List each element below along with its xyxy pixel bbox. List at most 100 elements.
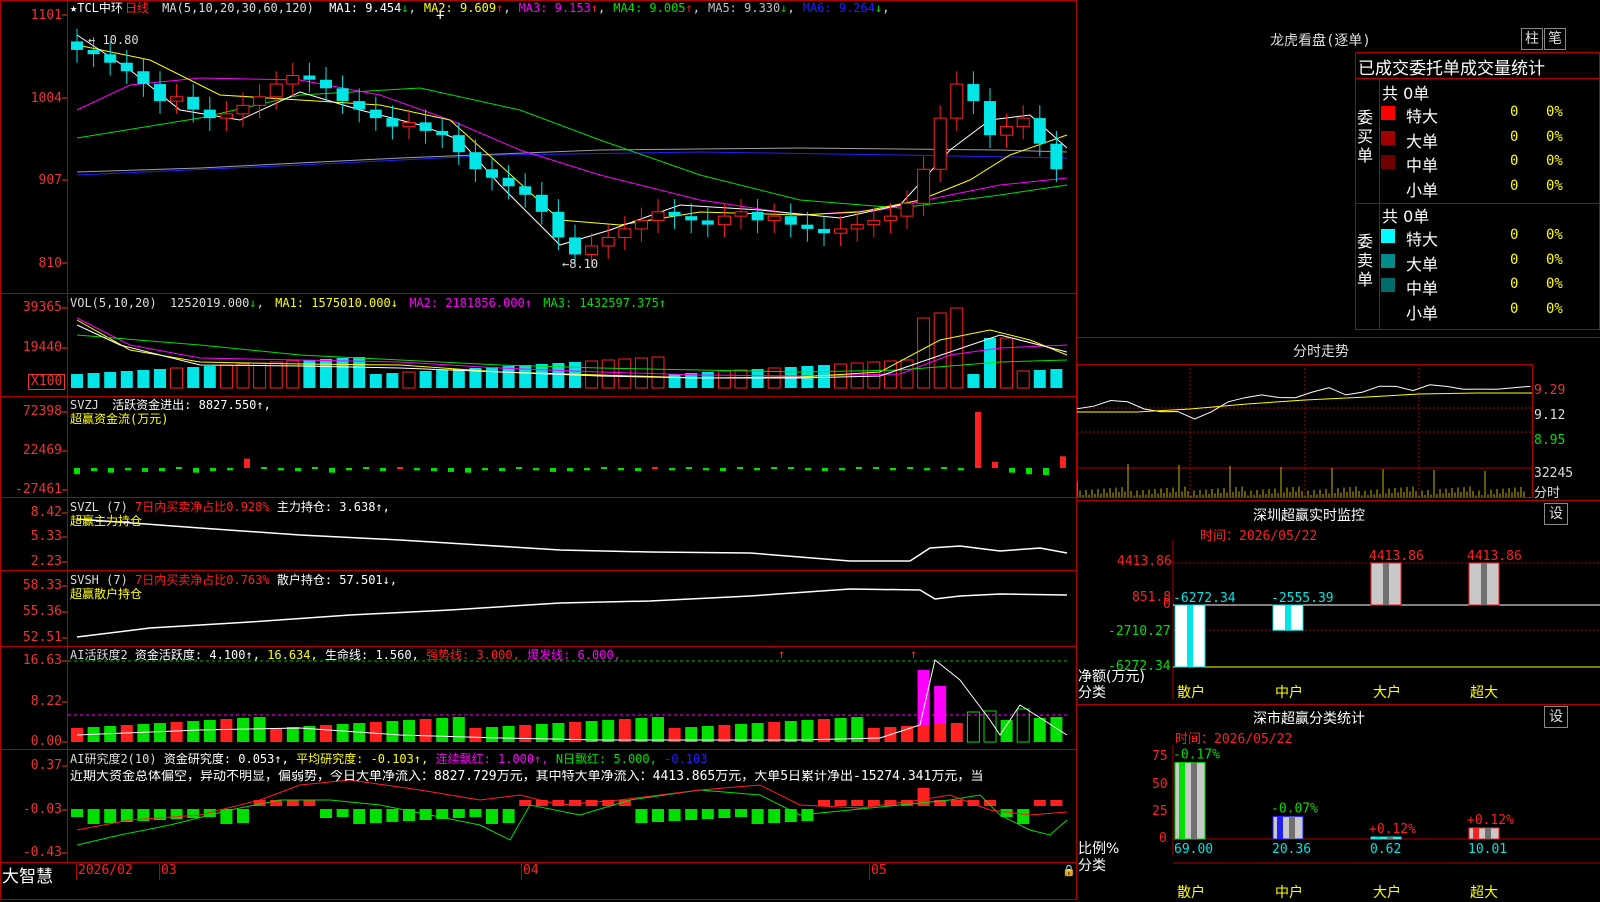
volume-bar [717, 370, 731, 389]
ai2-bar [701, 809, 714, 819]
ai-bar [519, 725, 532, 742]
volume-bar [320, 359, 332, 388]
volume-bar [1050, 369, 1063, 388]
order-percent: 0% [1546, 153, 1563, 169]
svzj-bar [992, 461, 998, 468]
candle-body [170, 96, 184, 102]
ai2-bar [818, 800, 830, 806]
ai2-bar [652, 809, 664, 822]
class-bar-highlight [1387, 837, 1393, 839]
monitor-bar-highlight [1383, 563, 1389, 605]
order-count: 0 [1510, 227, 1519, 243]
legend-swatch [1381, 302, 1395, 317]
ai-bar [934, 686, 947, 724]
ai-bar [966, 711, 980, 743]
candle-body [734, 211, 748, 217]
order-type-label: 大单 [1406, 254, 1439, 274]
y-tick: 19440 [22, 340, 62, 355]
ai-bar [469, 728, 482, 742]
candle-body [967, 84, 980, 102]
class-change: -0.07% [1271, 801, 1318, 816]
cls-tick: 75 [1152, 749, 1168, 764]
monitor-bar-highlight [1481, 563, 1487, 605]
candle-body [867, 219, 881, 226]
category-label: 中户 [1275, 685, 1303, 701]
monitor-settings-button[interactable]: 设 [1544, 503, 1568, 525]
high-price-label: ← 10.80 [88, 33, 139, 47]
ai2-bar [1050, 800, 1063, 806]
y-tick: -0.43 [22, 845, 62, 860]
ai2-bar [502, 809, 515, 823]
candle-body [818, 228, 830, 234]
x-tick [159, 864, 160, 880]
buy-side-label: 委买单 [1357, 108, 1374, 165]
candle-body [668, 211, 681, 217]
svzj-bar [499, 468, 505, 472]
bar-mode-button[interactable]: 柱 [1521, 28, 1543, 50]
ai-bar [286, 727, 299, 742]
order-type-label: 中单 [1406, 156, 1439, 175]
candle-body [784, 216, 797, 225]
ai-bar [270, 728, 283, 742]
svzj-bar [210, 468, 216, 472]
y-tick: 2.23 [30, 554, 62, 569]
vol-unit-badge[interactable]: X100 [28, 374, 66, 390]
ai2-bar [1033, 800, 1046, 806]
volume-bar [1016, 370, 1030, 389]
candle-body [369, 109, 382, 119]
candle-body [634, 219, 648, 230]
sell-side-label: 委卖单 [1357, 232, 1374, 289]
candle-body [154, 84, 166, 102]
ai2-bar [718, 809, 731, 818]
lock-icon[interactable]: 🔒 [1062, 864, 1076, 877]
candle-body [751, 211, 764, 221]
order-count: 0 [1510, 251, 1519, 268]
candle-body [286, 75, 300, 85]
category-label: 超大 [1470, 885, 1498, 901]
candle-body [601, 236, 615, 247]
ai-bar [436, 718, 449, 742]
ai-bar [618, 719, 631, 742]
candle-body [336, 88, 349, 102]
legend-swatch [1381, 229, 1395, 243]
candle-body [320, 79, 332, 89]
volume-bar [900, 359, 914, 389]
svzj-subtitle: 超赢资金流(万元) [70, 412, 169, 426]
candle-body [569, 237, 581, 255]
ai2-bar [237, 809, 249, 823]
legend-swatch [1381, 130, 1395, 145]
svzj-bar [244, 458, 250, 468]
svzj-bar [516, 467, 522, 469]
ai-bar [170, 722, 183, 742]
volume-bar [452, 369, 465, 388]
volume-bar [486, 367, 498, 388]
mon-tick: 0 [1163, 597, 1171, 612]
ai-bar [635, 718, 648, 742]
monitor-bar-highlight [1285, 605, 1291, 631]
ai-bar [1033, 718, 1046, 742]
ai-bar [751, 723, 764, 742]
volume-bar [87, 373, 100, 388]
class-bar-highlight [1179, 762, 1185, 839]
tick-mode-button[interactable]: 笔 [1544, 28, 1566, 50]
candle-body [1016, 117, 1030, 128]
lhb-title: 龙虎看盘(逐单) [1270, 33, 1371, 49]
candle-body [1050, 143, 1063, 170]
svzj-bar [74, 468, 80, 475]
class-value: 0.62 [1370, 842, 1401, 857]
candle-body [585, 245, 599, 255]
svzj-bar [193, 468, 199, 473]
volume-bar [336, 358, 349, 388]
ai-bar [452, 717, 465, 742]
class-settings-button[interactable]: 设 [1544, 706, 1568, 728]
ai-bar [220, 719, 233, 742]
ai2-bar [950, 800, 963, 806]
vol-header: VOL(5,10,20) 1252019.000↓, MA1: 1575010.… [70, 296, 667, 310]
ai2-bar [71, 809, 83, 817]
svzj-bar [788, 467, 794, 469]
volume-bar [386, 373, 399, 388]
volume-bar [601, 359, 615, 389]
monitor-value: 4413.86 [1369, 549, 1424, 564]
ai2-bar [336, 809, 349, 817]
svzj-bar [550, 468, 556, 472]
